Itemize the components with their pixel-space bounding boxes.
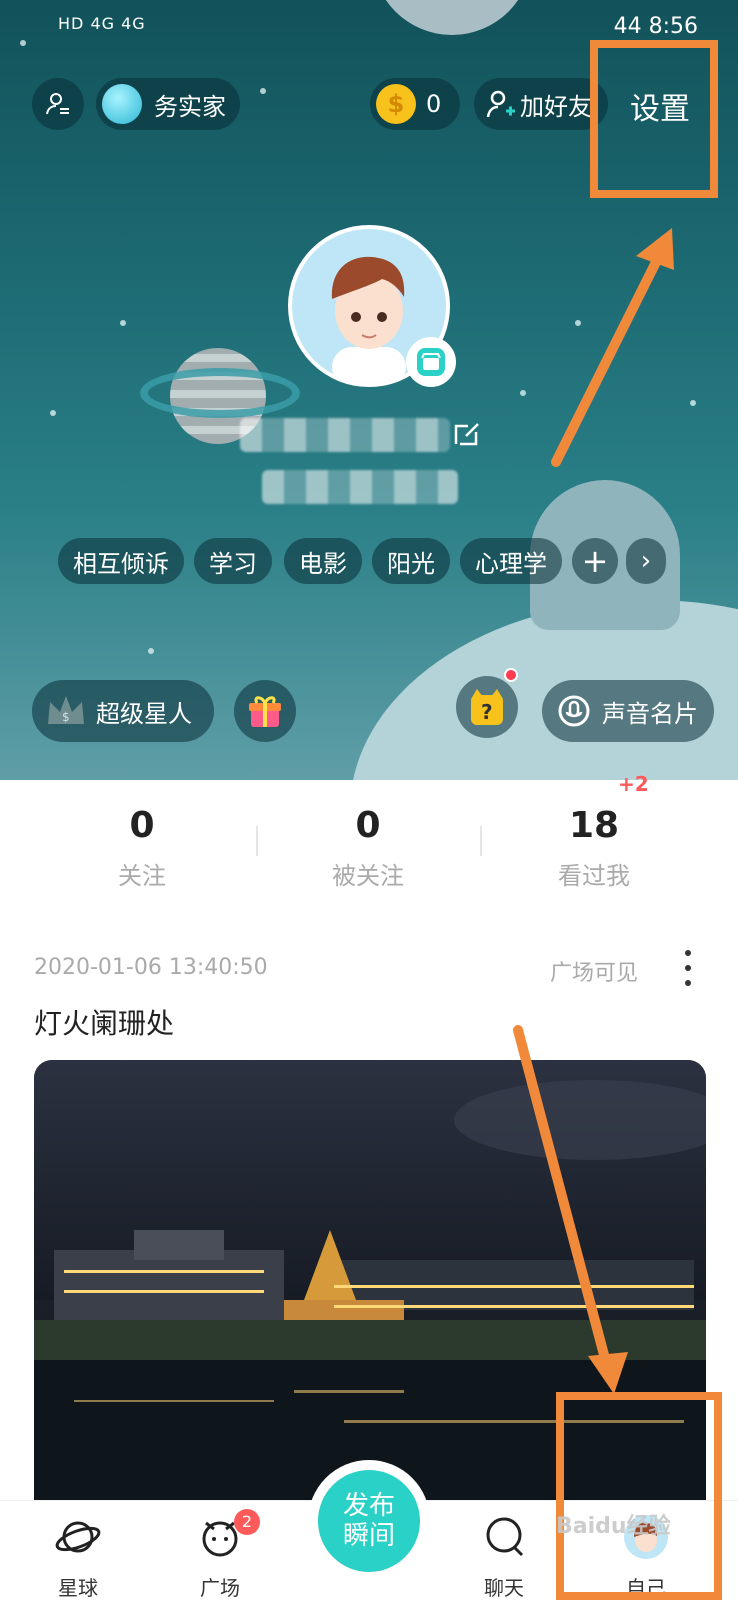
status-left: HD 4G 4G <box>58 14 146 33</box>
tag-item[interactable]: 阳光 <box>372 538 450 584</box>
dot-icon <box>685 950 691 956</box>
star-decoration <box>690 400 696 406</box>
star-decoration <box>148 648 154 654</box>
gift-icon <box>249 696 281 727</box>
followers-stat[interactable]: 0 被关注 <box>248 780 488 891</box>
followers-label: 被关注 <box>332 862 404 890</box>
add-tag-button[interactable]: + <box>572 538 618 584</box>
add-friend-label: 加好友 <box>520 92 592 121</box>
nav-square[interactable]: 广场 2 <box>170 1509 270 1600</box>
add-friend-button[interactable]: 加好友 <box>474 78 608 130</box>
star-decoration <box>575 320 581 326</box>
shop-icon <box>417 348 445 376</box>
tag-item[interactable]: 学习 <box>194 538 272 584</box>
plus-icon: + <box>581 542 609 580</box>
settings-highlight-box <box>590 40 718 198</box>
tag-item[interactable]: 电影 <box>284 538 362 584</box>
switch-account-button[interactable] <box>32 78 84 130</box>
stats-divider <box>480 826 482 856</box>
svg-text:?: ? <box>481 700 493 724</box>
coin-count: 0 <box>426 90 442 118</box>
me-tab-highlight-box <box>556 1392 722 1600</box>
planet-nav-icon <box>55 1521 101 1553</box>
nav-square-label: 广场 <box>200 1576 240 1600</box>
dot-icon <box>685 965 691 971</box>
publish-moment-button[interactable]: 发布 瞬间 <box>318 1470 420 1572</box>
mystery-box-button[interactable]: ? <box>456 676 518 738</box>
voice-card-button[interactable]: 声音名片 <box>542 680 714 742</box>
crown-icon: $ <box>48 696 84 724</box>
nav-square-badge: 2 <box>234 1509 260 1535</box>
nav-chat[interactable]: 聊天 <box>454 1513 554 1600</box>
voice-icon <box>558 695 590 727</box>
visitors-label: 看过我 <box>558 862 630 890</box>
shop-badge[interactable] <box>406 337 456 387</box>
notification-dot <box>504 668 518 682</box>
tag-item[interactable]: 心理学 <box>460 538 562 584</box>
coin-balance[interactable]: $ 0 <box>370 78 460 130</box>
chevron-right-icon: › <box>640 546 652 576</box>
post-title: 灯火阑珊处 <box>34 1007 175 1040</box>
visitors-stat[interactable]: 18 看过我 +2 <box>474 772 714 891</box>
post-timestamp: 2020-01-06 13:40:50 <box>34 955 268 980</box>
more-options-button[interactable] <box>682 950 694 986</box>
tag-item[interactable]: 相互倾诉 <box>58 538 184 584</box>
visitors-count: 18 <box>568 805 620 846</box>
chat-nav-icon <box>486 1517 524 1557</box>
gift-button[interactable] <box>234 680 296 742</box>
visitors-badge: +2 <box>618 772 649 796</box>
more-tags-button[interactable]: › <box>626 538 666 584</box>
vip-badge[interactable]: 务实家 <box>96 78 240 130</box>
planet-ring-decoration <box>140 368 300 418</box>
post-visibility: 广场可见 <box>550 961 639 986</box>
switch-account-icon <box>46 93 69 115</box>
star-decoration <box>120 320 126 326</box>
nav-chat-label: 聊天 <box>484 1576 524 1600</box>
vip-name: 务实家 <box>154 92 226 121</box>
publish-label: 发布 瞬间 <box>342 1491 395 1551</box>
status-right: 44 8:56 <box>613 14 698 39</box>
coin-icon: $ <box>376 84 416 124</box>
svg-text:$: $ <box>62 710 70 724</box>
add-friend-icon <box>486 90 515 118</box>
following-stat[interactable]: 0 关注 <box>22 780 262 891</box>
star-decoration <box>520 390 526 396</box>
nav-planet[interactable]: 星球 <box>28 1513 128 1600</box>
super-star-label: 超级星人 <box>96 699 192 728</box>
star-decoration <box>260 88 266 94</box>
edit-icon[interactable] <box>452 420 480 448</box>
following-count: 0 <box>129 805 155 846</box>
mystery-box-icon: ? <box>471 689 503 725</box>
username-redacted <box>240 418 450 452</box>
bio-redacted <box>262 470 458 504</box>
stats-divider <box>256 826 258 856</box>
followers-count: 0 <box>355 805 381 846</box>
planet-icon <box>102 84 142 124</box>
super-star-button[interactable]: $ 超级星人 <box>32 680 214 742</box>
dot-icon <box>685 980 691 986</box>
nav-planet-label: 星球 <box>58 1576 98 1600</box>
watermark: Baidu经验 <box>556 1514 671 1539</box>
following-label: 关注 <box>118 862 166 890</box>
voice-card-label: 声音名片 <box>602 699 698 728</box>
star-decoration <box>50 410 56 416</box>
profile-stats: 0 关注 0 被关注 18 看过我 +2 <box>0 772 738 900</box>
